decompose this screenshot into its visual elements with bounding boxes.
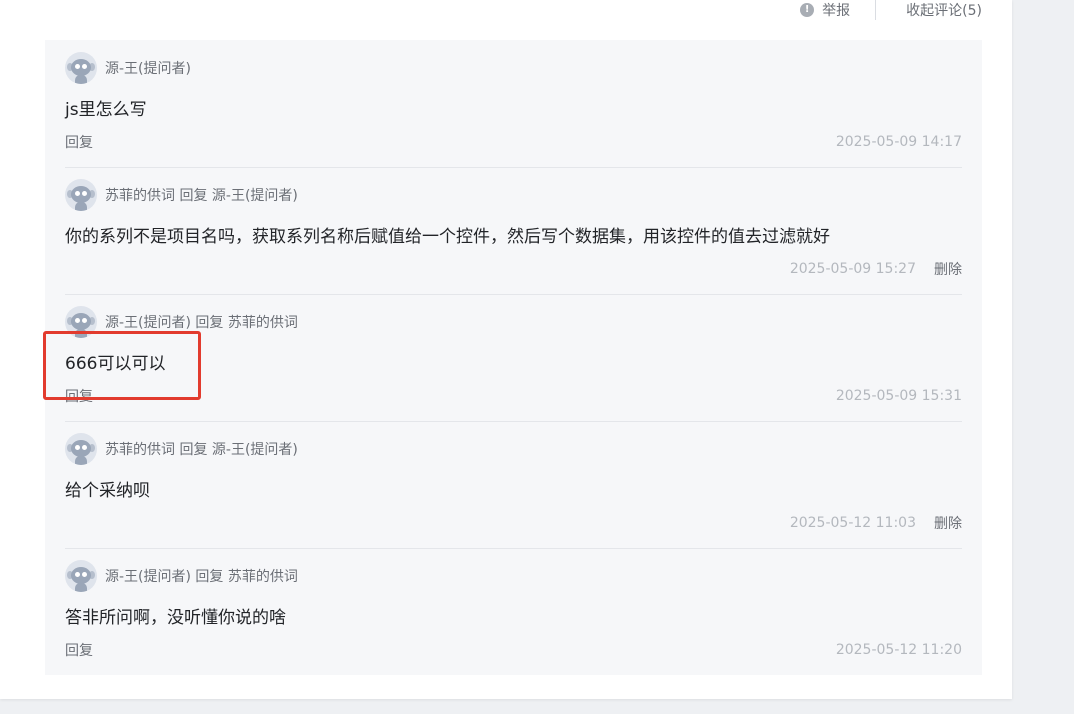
avatar[interactable] [65,560,97,592]
comment-author[interactable]: 源-王(提问者) [105,58,191,78]
comment-time: 2025-05-09 14:17 [835,134,962,150]
comment-item: 苏菲的供词 回复 源-王(提问者) 给个采纳呗 2025-05-12 11:03… [65,433,962,533]
comment-meta: 回复 2025-05-12 11:20 [65,640,962,660]
comment-time: 2025-05-12 11:03 [789,515,916,531]
avatar[interactable] [65,433,97,465]
delete-button[interactable]: 删除 [934,259,962,279]
comment-time: 2025-05-09 15:31 [835,388,962,404]
comment-item: 源-王(提问者) 回复 苏菲的供词 答非所问啊，没听懂你说的啥 回复 2025-… [65,560,962,660]
comment-author[interactable]: 苏菲的供词 回复 源-王(提问者) [105,439,298,459]
comment-header: 苏菲的供词 回复 源-王(提问者) [65,433,962,465]
avatar[interactable] [65,179,97,211]
comment-author[interactable]: 苏菲的供词 回复 源-王(提问者) [105,185,298,205]
comment-time: 2025-05-09 15:27 [789,261,916,277]
reply-button[interactable]: 回复 [65,640,93,660]
delete-button[interactable]: 删除 [934,513,962,533]
highlight-box [43,331,201,400]
reply-button[interactable]: 回复 [65,132,93,152]
comment-toolbar: ! 举报 收起评论(5) [800,0,982,20]
warning-icon: ! [800,3,815,17]
toolbar-divider [875,0,877,20]
report-label: 举报 [822,3,851,19]
comment-meta: 2025-05-09 15:27 删除 [65,259,962,279]
comment-text: js里怎么写 [65,100,147,120]
comment-divider [65,548,962,549]
avatar[interactable] [65,52,97,84]
comment-author[interactable]: 源-王(提问者) 回复 苏菲的供词 [105,312,298,332]
comment-meta: 2025-05-12 11:03 删除 [65,513,962,533]
comment-author[interactable]: 源-王(提问者) 回复 苏菲的供词 [105,566,298,586]
comment-divider [65,167,962,168]
comment-item: 源-王(提问者) js里怎么写 回复 2025-05-09 14:17 [65,52,962,152]
comment-text: 你的系列不是项目名吗，获取系列名称后赋值给一个控件，然后写个数据集，用该控件的值… [65,227,830,247]
comment-header: 苏菲的供词 回复 源-王(提问者) [65,179,962,211]
comment-divider [65,294,962,295]
comment-meta: 回复 2025-05-09 14:17 [65,132,962,152]
comment-item: 苏菲的供词 回复 源-王(提问者) 你的系列不是项目名吗，获取系列名称后赋值给一… [65,179,962,279]
comment-text: 给个采纳呗 [65,481,150,501]
comment-text: 答非所问啊，没听懂你说的啥 [65,608,286,628]
comment-time: 2025-05-12 11:20 [835,642,962,658]
comment-header: 源-王(提问者) [65,52,962,84]
report-button[interactable]: ! 举报 [800,0,850,20]
comment-divider [65,421,962,422]
collapse-comments-button[interactable]: 收起评论(5) [906,0,982,20]
comment-header: 源-王(提问者) 回复 苏菲的供词 [65,560,962,592]
